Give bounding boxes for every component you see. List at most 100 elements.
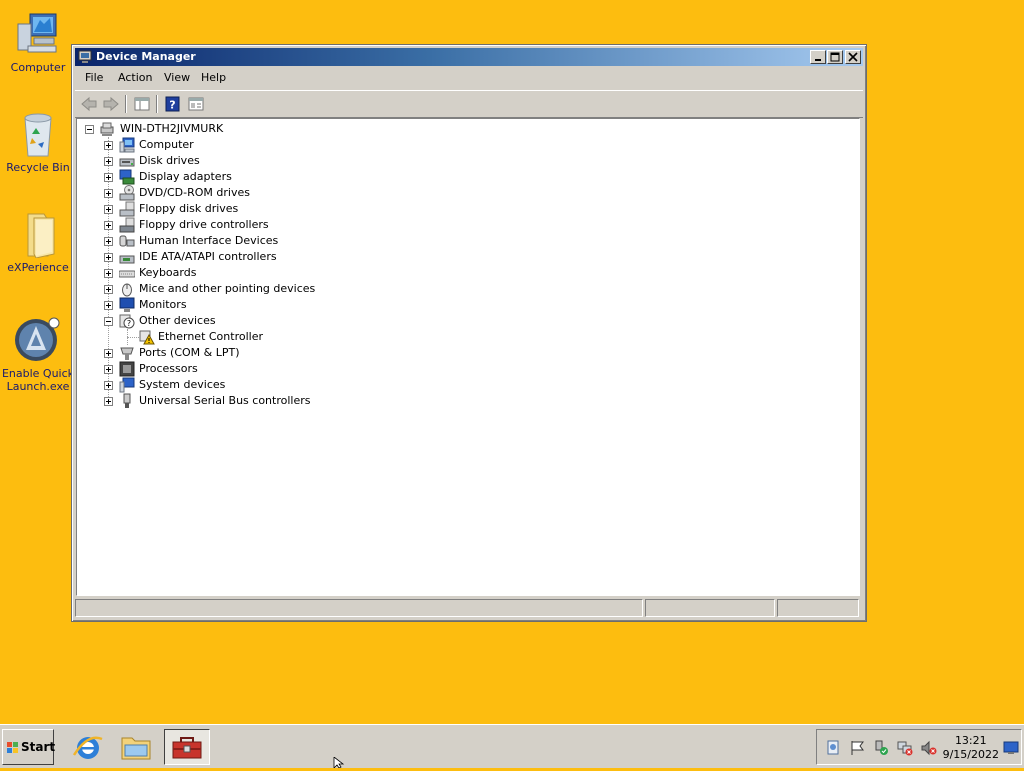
svg-text:?: ? (127, 319, 131, 328)
start-button[interactable]: Start (2, 729, 56, 765)
volume-muted-icon[interactable] (921, 740, 937, 756)
show-hide-console-tree-button[interactable] (132, 95, 152, 113)
expand-toggle[interactable] (104, 141, 113, 150)
tree-item-usb-controllers[interactable]: Universal Serial Bus controllers (77, 393, 857, 409)
tree-item-label: Computer (139, 138, 194, 151)
tree-item-mice[interactable]: Mice and other pointing devices (77, 281, 857, 297)
taskbar-device-manager[interactable] (164, 729, 210, 765)
expand-toggle[interactable] (104, 381, 113, 390)
expand-toggle[interactable] (104, 397, 113, 406)
display-adapter-icon (119, 169, 135, 185)
tree-item-keyboards[interactable]: Keyboards (77, 265, 857, 281)
quick-launch-ie[interactable] (68, 729, 108, 765)
network-drive-icon[interactable] (825, 740, 841, 756)
menu-action[interactable]: Action (118, 71, 152, 84)
computer-icon (119, 137, 135, 153)
toolbar: ? (75, 90, 863, 118)
device-manager-icon (78, 50, 92, 64)
tree-item-label: Universal Serial Bus controllers (139, 394, 311, 407)
menu-view[interactable]: View (164, 71, 190, 84)
ide-controller-icon (119, 249, 135, 265)
unknown-device-icon: ? (119, 313, 135, 329)
tree-item-human-interface-devices[interactable]: Human Interface Devices (77, 233, 857, 249)
device-manager-icon (172, 737, 202, 759)
tree-item-label: Human Interface Devices (139, 234, 279, 247)
desktop-icon-enable-quick-launch[interactable]: Enable Quick Launch.exe (0, 316, 76, 393)
expand-toggle[interactable] (104, 269, 113, 278)
tree-item-dvd-drives[interactable]: DVD/CD-ROM drives (77, 185, 857, 201)
expand-toggle[interactable] (104, 349, 113, 358)
desktop-icon-experience[interactable]: eXPerience (0, 210, 76, 274)
quick-launch-explorer[interactable] (116, 729, 156, 765)
expand-toggle[interactable] (104, 157, 113, 166)
tree-item-floppy-drive-controllers[interactable]: Floppy drive controllers (77, 217, 857, 233)
usb-icon (119, 393, 135, 409)
keyboard-icon (118, 265, 136, 281)
expand-toggle[interactable] (104, 253, 113, 262)
clock[interactable]: 13:21 9/15/2022 (943, 734, 999, 762)
minimize-button[interactable] (810, 50, 826, 64)
forward-icon (103, 96, 119, 112)
tree-item-processors[interactable]: Processors (77, 361, 857, 377)
device-tree[interactable]: WIN-DTH2JIVMURK Computer Disk drives Dis… (76, 118, 860, 596)
start-label: Start (21, 740, 56, 754)
tree-item-label: Display adapters (139, 170, 232, 183)
computer-icon (99, 121, 115, 137)
expand-toggle[interactable] (104, 365, 113, 374)
menu-help[interactable]: Help (201, 71, 226, 84)
collapse-toggle[interactable] (104, 317, 113, 326)
expand-toggle[interactable] (104, 301, 113, 310)
maximize-button[interactable] (827, 50, 843, 64)
app-icon (14, 316, 62, 364)
collapse-toggle[interactable] (85, 125, 94, 134)
tree-item-monitors[interactable]: Monitors (77, 297, 857, 313)
tree-item-label: Disk drives (139, 154, 200, 167)
back-button[interactable] (79, 95, 99, 113)
tree-item-label: Other devices (139, 314, 216, 327)
expand-toggle[interactable] (104, 173, 113, 182)
expand-toggle[interactable] (104, 221, 113, 230)
tree-item-ide-controllers[interactable]: IDE ATA/ATAPI controllers (77, 249, 857, 265)
menu-file[interactable]: File (85, 71, 103, 84)
tree-item-ports[interactable]: Ports (COM & LPT) (77, 345, 857, 361)
desktop-icon-label: eXPerience (7, 261, 69, 274)
title-bar[interactable]: Device Manager (75, 48, 863, 66)
device-manager-window: Device Manager File Action View Help ? W… (71, 44, 867, 622)
expand-toggle[interactable] (104, 285, 113, 294)
properties-button[interactable] (186, 95, 206, 113)
flag-icon[interactable] (849, 740, 865, 756)
window-title: Device Manager (96, 50, 196, 63)
tree-item-other-devices[interactable]: ? Other devices (77, 313, 857, 329)
forward-button[interactable] (101, 95, 121, 113)
tree-item-label: Keyboards (139, 266, 197, 279)
tree-item-label: Ports (COM & LPT) (139, 346, 240, 359)
system-device-icon (119, 377, 135, 393)
computer-icon (14, 10, 62, 58)
tree-item-disk-drives[interactable]: Disk drives (77, 153, 857, 169)
hid-icon (119, 233, 135, 249)
desktop-icon-computer[interactable]: Computer (0, 10, 76, 74)
tree-item-label: Processors (139, 362, 198, 375)
tree-root[interactable]: WIN-DTH2JIVMURK (77, 121, 857, 137)
help-button[interactable]: ? (163, 95, 183, 113)
network-icon[interactable] (897, 740, 913, 756)
tree-item-display-adapters[interactable]: Display adapters (77, 169, 857, 185)
show-desktop-icon[interactable] (1003, 741, 1019, 755)
monitor-icon (119, 297, 135, 313)
close-button[interactable] (845, 50, 861, 64)
mouse-cursor-icon (333, 756, 345, 769)
tree-item-computer[interactable]: Computer (77, 137, 857, 153)
windows-logo-icon (6, 741, 20, 755)
disk-drive-icon (119, 153, 135, 169)
safely-remove-hardware-icon[interactable] (873, 740, 889, 756)
desktop-icon-recycle-bin[interactable]: Recycle Bin (0, 110, 76, 174)
tree-item-label: Monitors (139, 298, 187, 311)
tree-item-floppy-disk-drives[interactable]: Floppy disk drives (77, 201, 857, 217)
expand-toggle[interactable] (104, 189, 113, 198)
tree-item-system-devices[interactable]: System devices (77, 377, 857, 393)
minimize-icon (815, 59, 821, 61)
maximize-icon (830, 52, 840, 62)
tree-item-ethernet-controller[interactable]: Ethernet Controller (77, 329, 857, 345)
expand-toggle[interactable] (104, 205, 113, 214)
expand-toggle[interactable] (104, 237, 113, 246)
